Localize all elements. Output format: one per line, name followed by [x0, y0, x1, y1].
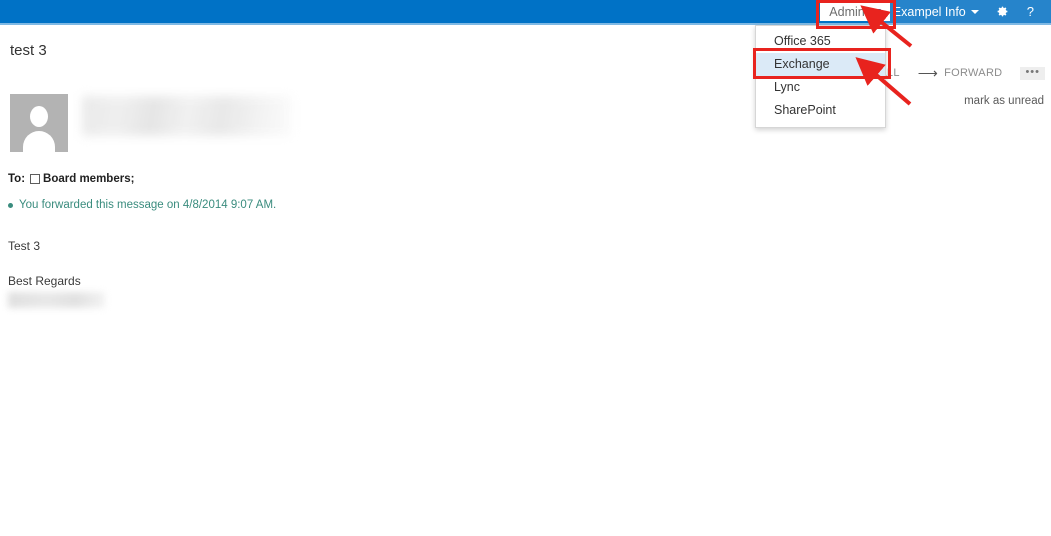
- forward-button[interactable]: ⟶ FORWARD: [918, 66, 1003, 80]
- ellipsis-icon: •••: [1025, 65, 1040, 78]
- mark-as-unread-button[interactable]: mark as unread: [964, 95, 1044, 107]
- account-menu-button[interactable]: Exampel Info: [885, 5, 987, 19]
- recipient-chip[interactable]: Board members;: [30, 173, 134, 185]
- menu-item-lync[interactable]: Lync: [756, 76, 885, 99]
- account-name-label: Exampel Info: [892, 4, 966, 19]
- menu-item-sharepoint[interactable]: SharePoint: [756, 99, 885, 122]
- user-area: Exampel Info ?: [885, 0, 1043, 23]
- menu-item-office-365-label: Office 365: [774, 34, 831, 48]
- message-sender-row: [10, 94, 292, 152]
- arrow-right-icon: ⟶: [917, 65, 939, 81]
- person-avatar-icon: [10, 94, 68, 152]
- help-button[interactable]: ?: [1018, 0, 1043, 23]
- message-body-line-2: Best Regards: [8, 274, 81, 288]
- to-label: To:: [8, 173, 26, 185]
- forward-label: FORWARD: [944, 67, 1003, 79]
- message-body-line-1: Test 3: [8, 239, 41, 253]
- chevron-down-icon: [970, 9, 979, 14]
- forwarded-status-note: You forwarded this message on 4/8/2014 9…: [8, 199, 276, 211]
- question-mark-icon: ?: [1026, 4, 1034, 19]
- more-actions-button[interactable]: •••: [1020, 65, 1045, 80]
- menu-item-exchange-label: Exchange: [774, 57, 830, 71]
- message-subject: test 3: [10, 42, 47, 59]
- recipients-line: To: Board members;: [8, 173, 134, 185]
- menu-item-sharepoint-label: SharePoint: [774, 103, 836, 117]
- gear-icon: [997, 6, 1008, 17]
- sender-name-redacted: [82, 96, 292, 136]
- contact-checkbox-icon: [30, 174, 41, 184]
- menu-item-lync-label: Lync: [774, 80, 800, 94]
- chevron-down-icon: [870, 9, 881, 14]
- settings-button[interactable]: [987, 5, 1018, 18]
- avatar-body-shape: [23, 131, 55, 152]
- admin-button-label: Admin: [829, 4, 865, 19]
- avatar-head-shape: [30, 106, 48, 127]
- signature-redacted: [8, 292, 105, 308]
- menu-item-office-365[interactable]: Office 365: [756, 30, 885, 53]
- admin-dropdown-button[interactable]: Admin: [820, 2, 890, 21]
- menu-item-exchange[interactable]: Exchange: [756, 53, 885, 76]
- recipient-name: Board members;: [43, 173, 135, 185]
- topbar-underline: [0, 23, 1051, 25]
- forwarded-note-text: You forwarded this message on 4/8/2014 9…: [19, 199, 277, 211]
- admin-dropdown-menu: Office 365 Exchange Lync SharePoint: [755, 25, 886, 128]
- status-dot-icon: [8, 202, 13, 208]
